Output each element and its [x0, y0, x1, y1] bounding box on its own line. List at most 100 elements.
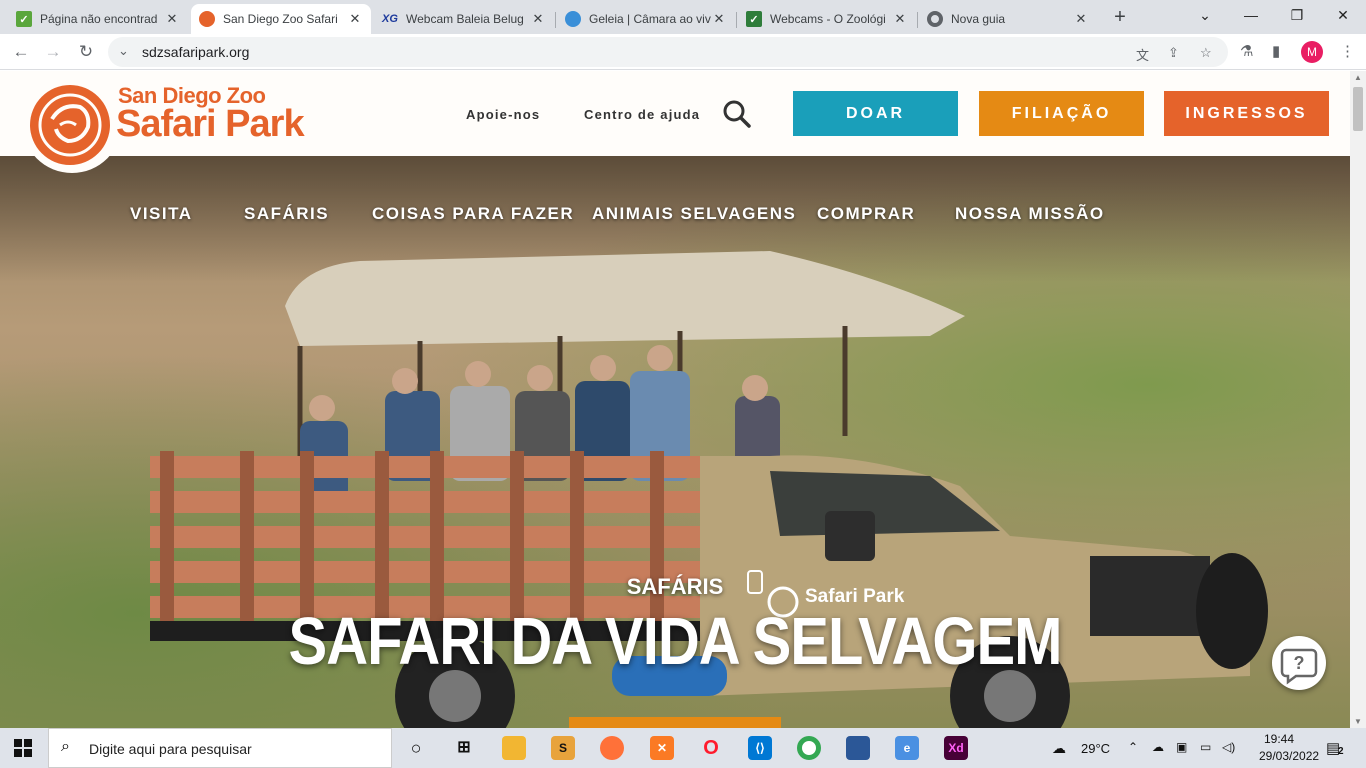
hero-kicker: SAFÁRIS — [626, 574, 724, 599]
tab-separator — [736, 12, 737, 28]
task-view-icon[interactable]: ⊞ — [452, 736, 476, 760]
taskbar-search-box[interactable]: ⌕ Digite aqui para pesquisar — [48, 728, 392, 768]
globe-favicon-icon — [565, 11, 581, 27]
nav-item-visita[interactable]: VISITA — [130, 204, 193, 224]
windows-taskbar: ⌕ Digite aqui para pesquisar ○ ⊞ S ✕ O ⟨… — [0, 728, 1366, 768]
url-text[interactable]: sdzsafaripark.org — [142, 44, 249, 60]
hero-banner: Safari Park VISITA SAFÁRIS COISAS PARA F… — [0, 156, 1350, 728]
logo-text-main[interactable]: Safari Park — [116, 103, 305, 146]
scroll-up-arrow-icon[interactable]: ▲ — [1354, 73, 1362, 82]
tab-title: Nova guia — [951, 12, 1006, 26]
scroll-down-arrow-icon[interactable]: ▼ — [1354, 717, 1362, 726]
xg-favicon-icon: XG — [382, 13, 398, 25]
onedrive-cloud-icon[interactable]: ☁ — [1152, 740, 1164, 754]
sublime-text-icon[interactable]: S — [551, 736, 575, 760]
notification-count: 2 — [1338, 746, 1344, 757]
tab-san-diego-zoo-safari[interactable]: San Diego Zoo Safari ✕ — [191, 4, 371, 34]
labs-flask-icon[interactable]: ⚗ — [1240, 42, 1253, 60]
svg-text:?: ? — [1294, 653, 1305, 673]
adobe-xd-icon[interactable]: Xd — [944, 736, 968, 760]
nav-item-safaris[interactable]: SAFÁRIS — [244, 204, 329, 224]
support-link[interactable]: Apoie-nos — [466, 107, 540, 122]
tab-webcam-baleia-beluga[interactable]: XG Webcam Baleia Belug ✕ — [374, 4, 554, 34]
help-question-icon: ? — [1280, 648, 1318, 685]
nav-item-animais-selvagens[interactable]: ANIMAIS SELVAGENS — [592, 204, 796, 224]
main-navigation: VISITA SAFÁRIS COISAS PARA FAZER ANIMAIS… — [0, 204, 1350, 228]
site-header: San Diego Zoo Safari Park Apoie-nos Cent… — [0, 71, 1350, 173]
bookmark-star-icon[interactable]: ☆ — [1200, 45, 1212, 61]
site-info-chevron-icon[interactable]: ⌄ — [118, 43, 129, 59]
tickets-button[interactable]: INGRESSOS — [1164, 91, 1329, 136]
forward-arrow-icon[interactable]: → — [40, 39, 66, 65]
tab-title: Página não encontrad — [40, 12, 158, 26]
side-panel-icon[interactable]: ▮ — [1272, 42, 1280, 60]
tab-separator — [917, 12, 918, 28]
xampp-icon[interactable]: ✕ — [650, 736, 674, 760]
windows-start-icon[interactable] — [14, 739, 32, 757]
back-arrow-icon[interactable]: ← — [8, 39, 34, 65]
hero-cta-button[interactable] — [569, 717, 781, 728]
cortana-circle-icon[interactable]: ○ — [404, 736, 428, 760]
page-viewport: San Diego Zoo Safari Park Apoie-nos Cent… — [0, 71, 1350, 728]
close-tab-icon[interactable]: ✕ — [711, 11, 727, 27]
leaf-favicon-icon: ✓ — [746, 11, 762, 27]
clock-date[interactable]: 29/03/2022 — [1259, 749, 1319, 763]
donate-button[interactable]: DOAR — [793, 91, 958, 136]
battery-icon[interactable]: ▭ — [1200, 740, 1211, 754]
page-scrollbar[interactable]: ▲ ▼ — [1350, 71, 1366, 728]
close-tab-icon[interactable]: ✕ — [1073, 11, 1089, 27]
translate-icon[interactable]: 文 — [1136, 45, 1149, 64]
vscode-icon[interactable]: ⟨⟩ — [748, 736, 772, 760]
search-icon: ⌕ — [61, 738, 70, 755]
search-icon[interactable] — [722, 99, 752, 129]
lion-logo-icon[interactable] — [30, 85, 110, 165]
scrollbar-thumb[interactable] — [1353, 87, 1363, 131]
tab-separator — [555, 12, 556, 28]
nav-item-coisas-para-fazer[interactable]: COISAS PARA FAZER — [372, 204, 574, 224]
clock-time[interactable]: 19:44 — [1264, 732, 1294, 746]
close-tab-icon[interactable]: ✕ — [530, 11, 546, 27]
close-window-button[interactable]: ✕ — [1320, 0, 1366, 32]
browser-toolbar: ← → ↻ ⌄ sdzsafaripark.org 文 ⇪ ☆ ⚗ ▮ M ⋮ — [0, 34, 1366, 70]
menu-dots-icon[interactable]: ⋮ — [1340, 42, 1355, 60]
tray-chevron-up-icon[interactable]: ⌃ — [1128, 740, 1138, 754]
address-bar[interactable]: ⌄ sdzsafaripark.org 文 ⇪ ☆ — [108, 37, 1228, 67]
app-e-icon[interactable]: e — [895, 736, 919, 760]
new-tab-button[interactable]: + — [1108, 6, 1132, 30]
safari-park-favicon-icon — [199, 11, 215, 27]
reload-icon[interactable]: ↻ — [73, 39, 99, 65]
share-icon[interactable]: ⇪ — [1168, 45, 1179, 61]
browser-tab-strip: ✓ Página não encontrad ✕ San Diego Zoo S… — [0, 0, 1366, 34]
leaf-favicon-icon: ✓ — [16, 11, 32, 27]
close-tab-icon[interactable]: ✕ — [892, 11, 908, 27]
restore-button[interactable]: ❐ — [1274, 0, 1320, 32]
tab-title: Webcams - O Zoológi — [770, 12, 886, 26]
weather-temperature[interactable]: 29°C — [1081, 741, 1110, 756]
profile-avatar[interactable]: M — [1301, 41, 1323, 63]
nav-item-comprar[interactable]: COMPRAR — [817, 204, 915, 224]
opera-icon[interactable]: O — [699, 736, 723, 760]
close-tab-icon[interactable]: ✕ — [164, 11, 180, 27]
file-explorer-icon[interactable] — [502, 736, 526, 760]
tab-geleia-camara[interactable]: Geleia | Câmara ao viv ✕ — [557, 4, 735, 34]
tab-webcams-zoologico[interactable]: ✓ Webcams - O Zoológi ✕ — [738, 4, 916, 34]
firefox-icon[interactable] — [600, 736, 624, 760]
taskbar-search-placeholder: Digite aqui para pesquisar — [89, 741, 252, 757]
close-tab-icon[interactable]: ✕ — [347, 11, 363, 27]
tab-title: San Diego Zoo Safari — [223, 12, 338, 26]
help-center-link[interactable]: Centro de ajuda — [584, 107, 700, 122]
tab-nova-guia[interactable]: Nova guia ✕ — [919, 4, 1097, 34]
meet-now-icon[interactable]: ▣ — [1176, 740, 1187, 754]
chrome-taskbar-icon[interactable] — [797, 736, 821, 760]
hero-title: SAFARI DA VIDA SELVAGEM — [288, 604, 1063, 679]
membership-button[interactable]: FILIAÇÃO — [979, 91, 1144, 136]
weather-cloud-icon[interactable]: ☁ — [1052, 740, 1066, 757]
minimize-button[interactable]: — — [1228, 0, 1274, 32]
nav-item-nossa-missao[interactable]: NOSSA MISSÃO — [955, 204, 1105, 224]
help-chat-button[interactable]: ? — [1272, 636, 1326, 690]
virtualbox-icon[interactable] — [846, 736, 870, 760]
tab-search-chevron-icon[interactable]: ⌄ — [1182, 0, 1228, 32]
tab-pagina-nao-encontrada[interactable]: ✓ Página não encontrad ✕ — [8, 4, 188, 34]
chrome-icon — [927, 11, 943, 27]
volume-icon[interactable]: ◁) — [1222, 740, 1235, 754]
